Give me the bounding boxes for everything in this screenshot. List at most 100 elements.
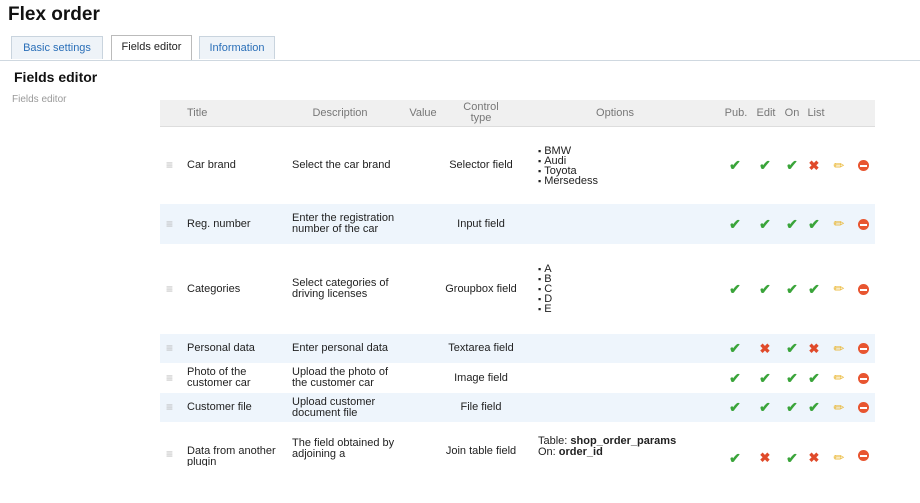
field-title: Car brand: [187, 159, 236, 171]
field-control-type: Input field: [457, 217, 505, 230]
edit-toggle[interactable]: ✖: [758, 334, 772, 363]
cross-icon: ✖: [759, 450, 771, 465]
pencil-icon: ✏: [833, 157, 845, 173]
edit-field-button[interactable]: ✏: [832, 422, 846, 466]
on-toggle[interactable]: ✔: [785, 244, 799, 334]
tab-information[interactable]: Information: [199, 36, 275, 59]
delete-icon: [857, 402, 869, 413]
table-header: Title Description Value Control type Opt…: [160, 100, 875, 127]
option-item: Toyota: [538, 165, 598, 176]
delete-field-button[interactable]: [856, 244, 870, 334]
list-toggle[interactable]: ✔: [807, 244, 821, 334]
edit-toggle[interactable]: ✔: [758, 204, 772, 244]
check-icon: ✔: [786, 450, 798, 466]
list-toggle[interactable]: ✖: [807, 422, 821, 466]
on-toggle[interactable]: ✔: [785, 204, 799, 244]
table-row: ≡ Photo of the customer car Upload the pho…: [160, 363, 875, 393]
drag-handle-icon[interactable]: ≡: [166, 244, 178, 334]
tab-fields-editor[interactable]: Fields editor: [111, 35, 192, 60]
join-table-info: Table: shop_order_params On: order_id: [538, 436, 676, 458]
table-row: ≡ Personal data Enter personal data Textare…: [160, 334, 875, 363]
pub-toggle[interactable]: ✔: [728, 363, 742, 393]
check-icon: ✔: [729, 215, 741, 232]
col-title: Title: [187, 106, 208, 119]
on-toggle[interactable]: ✔: [785, 422, 799, 466]
list-toggle[interactable]: ✔: [807, 204, 821, 244]
join-on-value: order_id: [558, 446, 603, 458]
delete-field-button[interactable]: [856, 204, 870, 244]
edit-field-button[interactable]: ✏: [832, 393, 846, 422]
field-description: Upload customer document file: [292, 395, 376, 419]
list-toggle[interactable]: ✖: [807, 334, 821, 363]
check-icon: ✔: [808, 369, 820, 386]
col-edit: Edit: [756, 106, 776, 119]
check-icon: ✔: [729, 340, 741, 356]
field-control-type: Textarea field: [448, 342, 514, 354]
pencil-icon: ✏: [833, 450, 845, 465]
check-icon: ✔: [808, 280, 820, 297]
drag-handle-icon[interactable]: ≡: [166, 334, 178, 363]
pub-toggle[interactable]: ✔: [728, 422, 742, 466]
table-row: ≡ Categories Select categories of driving …: [160, 244, 875, 334]
pencil-icon: ✏: [833, 340, 845, 356]
check-icon: ✔: [759, 369, 771, 386]
drag-handle-icon[interactable]: ≡: [166, 422, 178, 466]
field-description: Upload the photo of the customer car: [292, 366, 389, 389]
check-icon: ✔: [786, 280, 798, 297]
on-toggle[interactable]: ✔: [785, 363, 799, 393]
edit-field-button[interactable]: ✏: [832, 127, 846, 204]
list-toggle[interactable]: ✔: [807, 393, 821, 422]
edit-toggle[interactable]: ✔: [758, 393, 772, 422]
edit-toggle[interactable]: ✔: [758, 127, 772, 204]
col-pub: Pub.: [724, 106, 748, 119]
edit-toggle[interactable]: ✔: [758, 363, 772, 393]
delete-icon: [857, 372, 869, 384]
pub-toggle[interactable]: ✔: [728, 334, 742, 363]
fields-table: Title Description Value Control type Opt…: [160, 100, 875, 466]
pub-toggle[interactable]: ✔: [728, 127, 742, 204]
cross-icon: ✖: [808, 340, 820, 356]
join-on-line: On: order_id: [538, 447, 676, 458]
delete-field-button[interactable]: [856, 422, 870, 466]
col-list: List: [807, 106, 825, 119]
pub-toggle[interactable]: ✔: [728, 244, 742, 334]
list-toggle[interactable]: ✖: [807, 127, 821, 204]
list-toggle[interactable]: ✔: [807, 363, 821, 393]
edit-toggle[interactable]: ✖: [758, 422, 772, 466]
field-description: Enter the registration number of the car: [292, 212, 395, 235]
drag-handle-icon[interactable]: ≡: [166, 363, 178, 393]
field-options: [538, 363, 708, 393]
drag-handle-icon[interactable]: ≡: [166, 127, 178, 204]
side-label: Fields editor: [12, 94, 67, 105]
page-title: Flex order: [8, 4, 100, 25]
delete-field-button[interactable]: [856, 393, 870, 422]
check-icon: ✔: [759, 157, 771, 173]
field-control-type: File field: [460, 401, 502, 413]
check-icon: ✔: [729, 280, 741, 297]
on-toggle[interactable]: ✔: [785, 127, 799, 204]
check-icon: ✔: [759, 399, 771, 415]
edit-toggle[interactable]: ✔: [758, 244, 772, 334]
on-toggle[interactable]: ✔: [785, 393, 799, 422]
edit-field-button[interactable]: ✏: [832, 204, 846, 244]
join-on-label: On:: [538, 446, 556, 458]
delete-field-button[interactable]: [856, 363, 870, 393]
drag-handle-icon[interactable]: ≡: [166, 204, 178, 244]
delete-field-button[interactable]: [856, 334, 870, 363]
edit-field-button[interactable]: ✏: [832, 363, 846, 393]
edit-field-button[interactable]: ✏: [832, 244, 846, 334]
col-on: On: [784, 106, 800, 119]
on-toggle[interactable]: ✔: [785, 334, 799, 363]
drag-handle-icon[interactable]: ≡: [166, 393, 178, 422]
pub-toggle[interactable]: ✔: [728, 204, 742, 244]
check-icon: ✔: [729, 399, 741, 415]
check-icon: ✔: [759, 215, 771, 232]
options-list: BMWAudiToyotaMersedess: [538, 145, 598, 186]
field-title: Customer file: [187, 401, 252, 413]
pub-toggle[interactable]: ✔: [728, 393, 742, 422]
cross-icon: ✖: [808, 450, 820, 465]
delete-field-button[interactable]: [856, 127, 870, 204]
edit-field-button[interactable]: ✏: [832, 334, 846, 363]
delete-icon: [857, 160, 869, 171]
tab-basic-settings[interactable]: Basic settings: [11, 36, 103, 59]
